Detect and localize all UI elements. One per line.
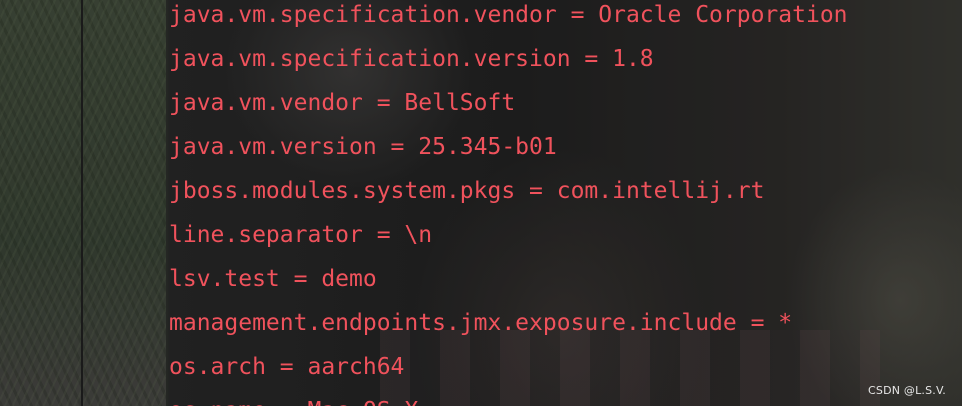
output-line: lsv.test = demo — [169, 266, 377, 292]
output-line: line.separator = \n — [169, 222, 433, 248]
output-line: java.vm.version = 25.345-b01 — [169, 134, 557, 160]
gutter-divider — [81, 0, 83, 406]
editor-window: java.vm.specification.vendor = Oracle Co… — [0, 0, 962, 406]
output-line: os.arch = aarch64 — [169, 354, 405, 380]
output-line: jboss.modules.system.pkgs = com.intellij… — [169, 178, 765, 204]
watermark: CSDN @L.S.V. — [868, 384, 946, 397]
output-line: java.vm.specification.vendor = Oracle Co… — [169, 2, 848, 28]
output-line: java.vm.specification.version = 1.8 — [169, 46, 654, 72]
output-line: java.vm.vendor = BellSoft — [169, 90, 516, 116]
output-line: management.endpoints.jmx.exposure.includ… — [169, 310, 793, 336]
output-line: os.name = Mac OS X — [169, 396, 418, 406]
